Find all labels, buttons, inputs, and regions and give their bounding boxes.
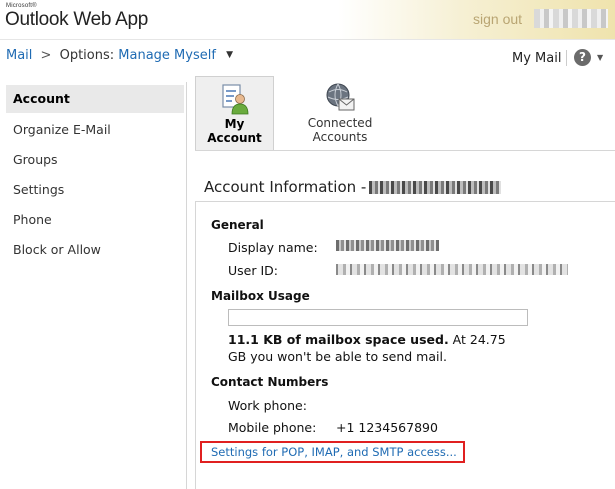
display-name-redacted	[336, 240, 439, 251]
work-phone-label: Work phone:	[228, 398, 307, 413]
page-title: Account Information -	[204, 178, 502, 196]
my-mail-link[interactable]: My Mail	[512, 51, 561, 66]
tabs-divider	[195, 150, 615, 151]
mobile-phone-label: Mobile phone:	[228, 420, 317, 435]
page-title-text: Account Information -	[204, 178, 367, 196]
mailbox-usage-amount: 11.1 KB of mailbox space used.	[228, 332, 449, 347]
mailbox-usage-bar	[228, 309, 528, 326]
help-chevron-down-icon[interactable]: ▼	[597, 53, 603, 62]
breadcrumb: Mail > Options: Manage Myself ▼	[6, 48, 233, 66]
sidebar-item-groups[interactable]: Groups	[6, 145, 184, 175]
tab-connected-accounts-label: Connected Accounts	[307, 116, 373, 144]
general-heading: General	[211, 218, 264, 232]
sidebar-item-settings[interactable]: Settings	[6, 175, 184, 205]
pop-imap-smtp-settings-link[interactable]: Settings for POP, IMAP, and SMTP access.…	[211, 445, 457, 459]
breadcrumb-manage-myself[interactable]: Manage Myself	[118, 48, 216, 63]
user-name-redacted	[534, 9, 608, 28]
breadcrumb-separator: >	[40, 48, 52, 63]
display-name-label: Display name:	[228, 240, 318, 255]
chevron-down-icon[interactable]: ▼	[226, 50, 233, 60]
mailbox-usage-text: 11.1 KB of mailbox space used. At 24.75 …	[228, 331, 518, 365]
breadcrumb-mail-link[interactable]: Mail	[6, 48, 32, 63]
tab-my-account-label: My Account	[207, 117, 262, 145]
tab-my-account[interactable]: My Account	[195, 76, 274, 150]
breadcrumb-options-label: Options:	[59, 48, 115, 63]
sidebar-item-block-or-allow[interactable]: Block or Allow	[6, 235, 184, 265]
sidebar-item-organize-email[interactable]: Organize E-Mail	[6, 115, 184, 145]
options-sidebar: Account Organize E-Mail Groups Settings …	[6, 85, 184, 265]
connected-accounts-icon	[326, 83, 355, 111]
my-account-icon	[221, 84, 248, 115]
help-icon[interactable]: ?	[574, 49, 591, 66]
user-id-label: User ID:	[228, 263, 278, 278]
sidebar-item-phone[interactable]: Phone	[6, 205, 184, 235]
sidebar-divider	[186, 82, 187, 489]
account-name-redacted	[369, 181, 502, 194]
tab-connected-accounts[interactable]: Connected Accounts	[280, 76, 400, 150]
app-logo: Outlook Web App	[5, 9, 149, 30]
sign-out-link[interactable]: sign out	[473, 11, 522, 27]
user-id-redacted	[336, 264, 568, 275]
mobile-phone-value: +1 1234567890	[336, 420, 438, 435]
mailbox-usage-heading: Mailbox Usage	[211, 289, 310, 303]
toolbar-divider	[566, 50, 567, 66]
top-banner: Microsoft® Outlook Web App sign out	[0, 0, 615, 40]
sidebar-item-account[interactable]: Account	[6, 85, 184, 113]
contact-numbers-heading: Contact Numbers	[211, 375, 329, 389]
